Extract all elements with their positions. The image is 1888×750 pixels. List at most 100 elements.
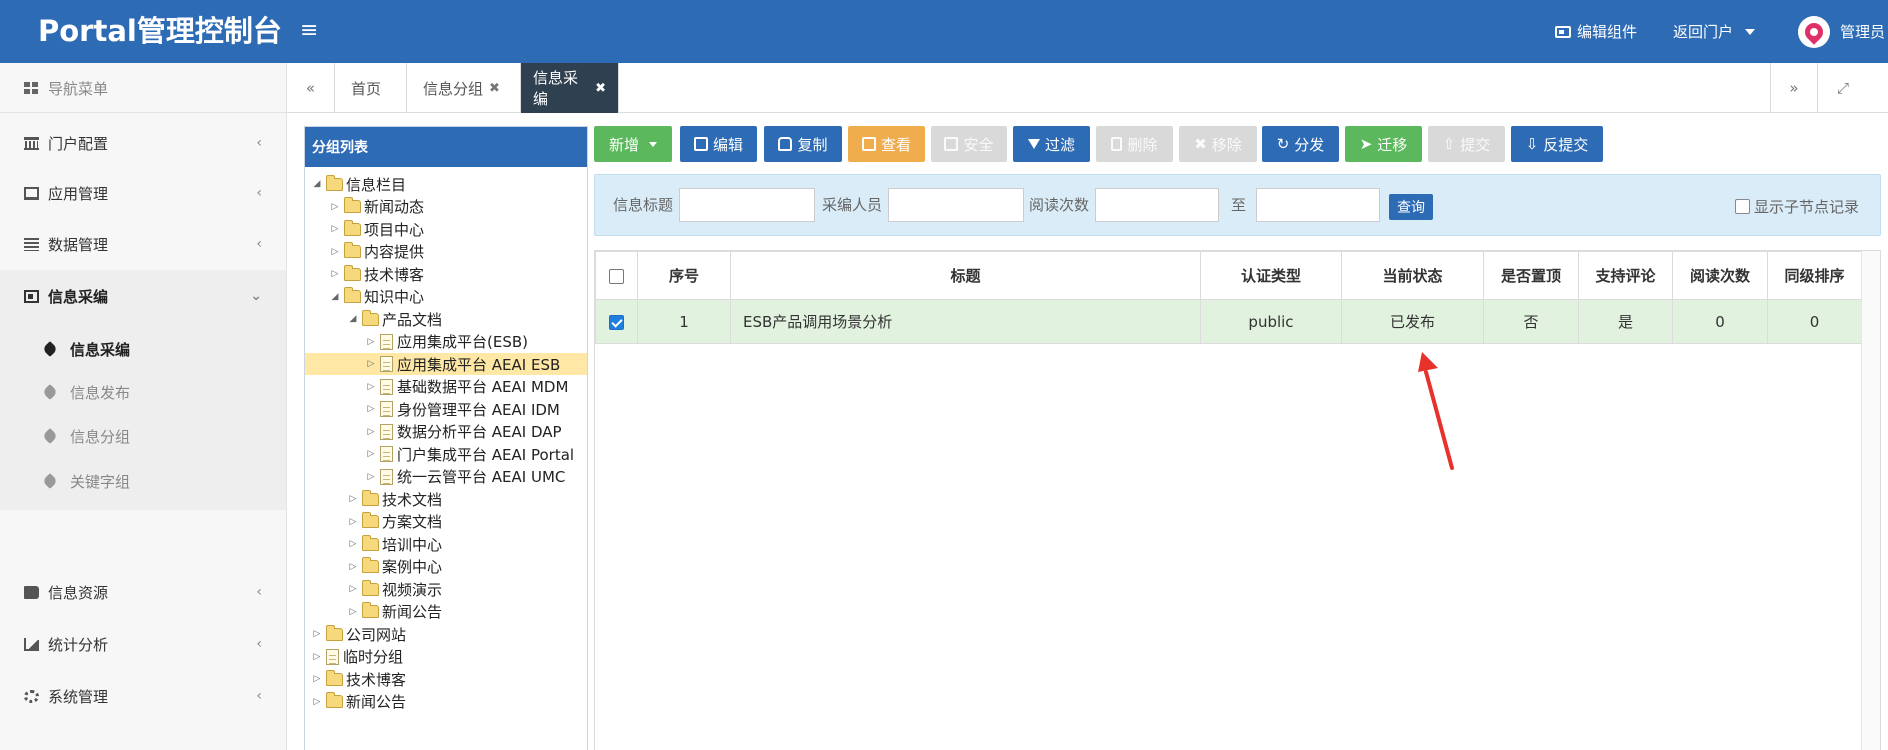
- sidebar-subitem-info-editing[interactable]: 信息采编: [0, 327, 286, 371]
- tree-node[interactable]: ◢ 信息栏目: [311, 173, 406, 195]
- app-brand[interactable]: Portal管理控制台: [38, 12, 282, 50]
- tree-node[interactable]: ▷ 新闻公告: [347, 601, 442, 623]
- tree-node[interactable]: ▷ 身份管理平台 AEAI IDM: [365, 398, 560, 420]
- tree-node[interactable]: ▷ 培训中心: [347, 533, 442, 555]
- column-header[interactable]: 同级排序: [1767, 251, 1862, 300]
- tree-collapsed-icon[interactable]: ▷: [329, 224, 341, 234]
- sidebar-item-info-editing[interactable]: 信息采编 ⌄: [0, 270, 286, 322]
- migrate-button[interactable]: ➤ 迁移: [1345, 126, 1422, 162]
- tree-node[interactable]: ▷ 视频演示: [347, 578, 442, 600]
- tree-node[interactable]: ◢ 产品文档: [347, 308, 442, 330]
- sidebar-item-app-management[interactable]: 应用管理 ‹: [0, 167, 286, 219]
- editor-filter-input[interactable]: [888, 188, 1024, 222]
- tree-collapsed-icon[interactable]: ▷: [347, 494, 359, 504]
- tab-scroll-right-icon[interactable]: »: [1770, 63, 1818, 113]
- tree-node[interactable]: ◢ 知识中心: [329, 286, 424, 308]
- sidebar-subitem-info-publish[interactable]: 信息发布: [0, 370, 286, 414]
- sidebar-item-data-management[interactable]: 数据管理 ‹: [0, 218, 286, 270]
- tree-collapsed-icon[interactable]: ▷: [365, 427, 377, 437]
- checkbox-checked[interactable]: [609, 314, 624, 330]
- close-icon[interactable]: ✖: [489, 81, 500, 96]
- close-icon[interactable]: ✖: [595, 81, 606, 96]
- tree-collapsed-icon[interactable]: ▷: [347, 517, 359, 527]
- copy-button[interactable]: 复制: [764, 126, 842, 162]
- tree-node[interactable]: ▷ 内容提供: [329, 241, 424, 263]
- delete-button[interactable]: 删除: [1096, 126, 1173, 162]
- column-header[interactable]: 是否置顶: [1483, 251, 1579, 300]
- tree-node[interactable]: ▷ 技术博客: [329, 263, 424, 285]
- tree-node[interactable]: ▷ 技术文档: [347, 488, 442, 510]
- sidebar-item-statistics[interactable]: 统计分析 ‹: [0, 618, 286, 670]
- sidebar-subitem-info-group[interactable]: 信息分组: [0, 414, 286, 458]
- tab-scroll-left-icon[interactable]: «: [287, 63, 335, 113]
- tree-node[interactable]: ▷ 技术博客: [311, 668, 406, 690]
- reads-to-input[interactable]: [1256, 188, 1380, 222]
- tree-collapsed-icon[interactable]: ▷: [365, 404, 377, 414]
- tree-collapsed-icon[interactable]: ▷: [311, 697, 323, 707]
- tree-node[interactable]: ▷ 应用集成平台(ESB): [365, 331, 528, 353]
- tree-collapsed-icon[interactable]: ▷: [329, 269, 341, 279]
- tree-collapsed-icon[interactable]: ▷: [347, 607, 359, 617]
- tree-expanded-icon[interactable]: ◢: [329, 292, 341, 302]
- tree-node[interactable]: ▷ 基础数据平台 AEAI MDM: [365, 376, 569, 398]
- tree-node[interactable]: ▷ 案例中心: [347, 556, 442, 578]
- tree-node[interactable]: ▷ 数据分析平台 AEAI DAP: [365, 421, 562, 443]
- tree-node[interactable]: ▷ 方案文档: [347, 511, 442, 533]
- tree-expanded-icon[interactable]: ◢: [347, 314, 359, 324]
- checkbox[interactable]: [609, 268, 624, 284]
- fullscreen-icon[interactable]: ⤢: [1818, 63, 1868, 113]
- grid-scrollbar[interactable]: [1861, 251, 1880, 750]
- remove-button[interactable]: ✖ 移除: [1179, 126, 1257, 162]
- filter-button[interactable]: 过滤: [1013, 126, 1090, 162]
- column-header[interactable]: 认证类型: [1200, 251, 1342, 300]
- column-header[interactable]: 支持评论: [1578, 251, 1673, 300]
- tree-collapsed-icon[interactable]: ▷: [329, 247, 341, 257]
- edit-button[interactable]: 编辑: [680, 126, 757, 162]
- tree-node[interactable]: ▷ 新闻公告: [311, 691, 406, 713]
- column-header[interactable]: 标题: [730, 251, 1201, 300]
- tree-collapsed-icon[interactable]: ▷: [365, 359, 377, 369]
- sidebar-item-portal-config[interactable]: 门户配置 ‹: [0, 117, 286, 169]
- back-portal-dropdown[interactable]: 返回门户: [1673, 20, 1756, 44]
- tree-node[interactable]: ▷ 新闻动态: [329, 196, 424, 218]
- tab-info-editing[interactable]: 信息采编 ✖: [521, 63, 619, 113]
- tab-home[interactable]: 首页: [335, 63, 407, 113]
- tree-node[interactable]: ▷ 门户集成平台 AEAI Portal: [365, 443, 575, 465]
- user-menu[interactable]: 管理员: [1798, 16, 1885, 48]
- tree-collapsed-icon[interactable]: ▷: [347, 584, 359, 594]
- sidebar-item-system-management[interactable]: 系统管理 ‹: [0, 670, 286, 722]
- query-button[interactable]: 查询: [1389, 194, 1433, 220]
- distribute-button[interactable]: ↻ 分发: [1262, 126, 1339, 162]
- tab-info-group[interactable]: 信息分组 ✖: [407, 63, 521, 113]
- tree-collapsed-icon[interactable]: ▷: [329, 202, 341, 212]
- tree-node[interactable]: ▷ 应用集成平台 AEAI ESB: [305, 353, 587, 375]
- row-select-cell[interactable]: [595, 299, 638, 344]
- title-filter-input[interactable]: [679, 188, 815, 222]
- unsubmit-button[interactable]: ⇩ 反提交: [1511, 126, 1603, 162]
- tree-node[interactable]: ▷ 统一云管平台 AEAI UMC: [365, 466, 566, 488]
- reads-from-input[interactable]: [1095, 188, 1219, 222]
- column-header[interactable]: 当前状态: [1341, 251, 1484, 300]
- tree-collapsed-icon[interactable]: ▷: [311, 652, 323, 662]
- tree-node[interactable]: ▷ 项目中心: [329, 218, 424, 240]
- select-all-header[interactable]: [595, 251, 638, 300]
- menu-toggle-icon[interactable]: ≡: [300, 18, 318, 44]
- edit-widget-button[interactable]: 编辑组件: [1555, 20, 1637, 44]
- tree-collapsed-icon[interactable]: ▷: [347, 562, 359, 572]
- checkbox[interactable]: [1735, 199, 1750, 214]
- tree-collapsed-icon[interactable]: ▷: [365, 382, 377, 392]
- show-children-checkbox[interactable]: 显示子节点记录: [1735, 196, 1859, 217]
- view-button[interactable]: 查看: [848, 126, 925, 162]
- sidebar-item-info-resources[interactable]: 信息资源 ‹: [0, 566, 286, 618]
- tree-expanded-icon[interactable]: ◢: [311, 179, 323, 189]
- sidebar-subitem-keyword-group[interactable]: 关键字组: [0, 459, 286, 503]
- tree-collapsed-icon[interactable]: ▷: [365, 449, 377, 459]
- tree-collapsed-icon[interactable]: ▷: [311, 629, 323, 639]
- column-header[interactable]: 序号: [637, 251, 731, 300]
- title-cell[interactable]: ESB产品调用场景分析: [730, 299, 1201, 344]
- tree-collapsed-icon[interactable]: ▷: [311, 674, 323, 684]
- submit-button[interactable]: ⇧ 提交: [1428, 126, 1505, 162]
- table-row[interactable]: 1 ESB产品调用场景分析 public 已发布 否 是 0 0: [595, 299, 1862, 344]
- column-header[interactable]: 阅读次数: [1672, 251, 1768, 300]
- tree-collapsed-icon[interactable]: ▷: [347, 539, 359, 549]
